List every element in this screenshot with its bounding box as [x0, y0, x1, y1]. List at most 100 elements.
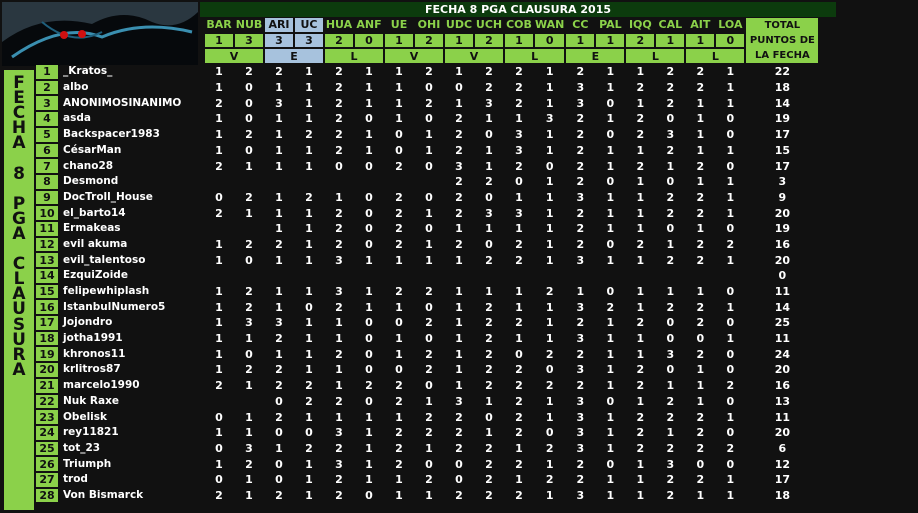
prediction-cell: 2	[415, 65, 443, 79]
prediction-cell: 2	[716, 237, 745, 252]
prediction-cell: 2	[265, 378, 293, 393]
table-row: 10 el_barto14 2 1 1 1 2 0 2 1 2 3 3 1 2 1 1 2 2 1 20	[36, 206, 819, 220]
prediction-cell: 2	[235, 127, 263, 142]
prediction-cell: 1	[295, 206, 323, 220]
prediction-cell: 3	[566, 363, 595, 377]
team-code: IQQ	[626, 18, 655, 32]
player-name: Desmond	[60, 174, 203, 189]
prediction-cell: 2	[686, 253, 715, 267]
prediction-cell: 1	[626, 174, 655, 189]
prediction-cell: 2	[475, 441, 503, 456]
row-total: 17	[746, 472, 819, 487]
prediction-cell: 2	[295, 394, 323, 409]
row-number: 23	[36, 410, 58, 424]
prediction-cell: 2	[566, 206, 595, 220]
row-number: 21	[36, 378, 58, 393]
prediction-cell: 1	[535, 316, 565, 330]
prediction-cell: 2	[415, 284, 443, 299]
prediction-cell: 2	[385, 457, 413, 471]
prediction-cell: 1	[716, 174, 745, 189]
prediction-cell	[505, 269, 533, 283]
prediction-cell: 1	[265, 441, 293, 456]
team-code-row: BAR NUB ARI UC HUA ANF UE OHI UDC UCH COB WAN CC PAL I…	[36, 18, 819, 64]
prediction-cell: 1	[535, 80, 565, 95]
row-number: 16	[36, 300, 58, 315]
player-name: IstanbulNumero5	[60, 300, 203, 315]
prediction-cell: 2	[566, 112, 595, 126]
prediction-cell: 3	[445, 159, 473, 173]
prediction-cell: 1	[596, 363, 625, 377]
team-code: OHI	[415, 18, 443, 32]
prediction-cell: 1	[716, 190, 745, 205]
prediction-cell: 1	[415, 237, 443, 252]
row-total: 11	[746, 331, 819, 346]
prediction-cell: 0	[445, 472, 473, 487]
prediction-cell: 0	[235, 96, 263, 111]
prediction-cell: 0	[596, 127, 625, 142]
prediction-cell: 1	[686, 127, 715, 142]
prediction-cell: 0	[235, 253, 263, 267]
prediction-cell	[235, 221, 263, 236]
prediction-cell: 2	[505, 394, 533, 409]
prediction-cell: 3	[325, 284, 353, 299]
prediction-cell: 2	[505, 457, 533, 471]
player-name: Nuk Raxe	[60, 394, 203, 409]
row-number: 12	[36, 237, 58, 252]
prediction-cell: 1	[535, 394, 565, 409]
prediction-cell: 0	[716, 159, 745, 173]
row-number: 2	[36, 80, 58, 95]
table-row: 15 felipewhiplash 1 2 1 1 3 1 2 2 1 1 1 2 1 0 1 1 1 0 11	[36, 284, 819, 299]
prediction-cell: 3	[325, 457, 353, 471]
prediction-cell: 1	[656, 159, 685, 173]
row-number: 15	[36, 284, 58, 299]
table-row: 2 albo 1 0 1 1 2 1 1 0 0 2 2 1 3 1 2 2 2 1 18	[36, 80, 819, 95]
prediction-cell: 2	[205, 96, 233, 111]
match-score: 1	[385, 33, 413, 48]
row-number: 1	[36, 65, 58, 79]
prediction-cell: 3	[535, 112, 565, 126]
prediction-cell: 1	[355, 143, 383, 158]
prediction-cell: 1	[325, 316, 353, 330]
prediction-cell: 2	[505, 80, 533, 95]
prediction-cell: 1	[295, 80, 323, 95]
table-row: 8 Desmond 2 2 0 1 2 0 1 0 1 1 3	[36, 174, 819, 189]
prediction-cell: 1	[265, 80, 293, 95]
prediction-cell: 2	[535, 472, 565, 487]
row-total: 3	[746, 174, 819, 189]
prediction-cell: 2	[355, 378, 383, 393]
prediction-cell: 2	[686, 237, 715, 252]
prediction-cell: 1	[596, 65, 625, 79]
player-name: asda	[60, 112, 203, 126]
row-total: 17	[746, 159, 819, 173]
row-total: 16	[746, 237, 819, 252]
prediction-cell: 0	[355, 221, 383, 236]
prediction-cell: 2	[686, 347, 715, 362]
prediction-cell: 1	[325, 410, 353, 424]
prediction-cell: 1	[325, 378, 353, 393]
match-outcome: E	[566, 49, 625, 64]
prediction-cell: 2	[385, 221, 413, 236]
match-score: 1	[686, 33, 715, 48]
prediction-cell: 1	[385, 300, 413, 315]
scoreboard: FECHA 8 PGA CLAUSURA 2015 FECHA 8 PGA CL…	[0, 0, 918, 513]
table-row: 22 Nuk Raxe 0 2 2 0 2 1 3 1 2 1 3 0 1 2 1 0 13	[36, 394, 819, 409]
prediction-cell: 1	[716, 80, 745, 95]
prediction-cell: 2	[415, 425, 443, 440]
prediction-cell: 1	[716, 253, 745, 267]
prediction-cell: 2	[325, 65, 353, 79]
prediction-cell: 2	[325, 347, 353, 362]
table-row: 21 marcelo1990 2 1 2 2 1 2 2 0 1 2 2 2 2 1 2 1 1 2 16	[36, 378, 819, 393]
prediction-cell: 0	[535, 159, 565, 173]
prediction-cell: 0	[415, 159, 443, 173]
prediction-cell: 2	[656, 394, 685, 409]
prediction-cell: 3	[566, 441, 595, 456]
prediction-cell: 1	[505, 190, 533, 205]
prediction-cell: 1	[295, 253, 323, 267]
prediction-cell: 0	[596, 174, 625, 189]
prediction-cell: 1	[686, 112, 715, 126]
prediction-cell: 2	[686, 206, 715, 220]
prediction-cell: 1	[235, 206, 263, 220]
prediction-cell: 1	[656, 284, 685, 299]
prediction-cell: 2	[686, 472, 715, 487]
prediction-cell: 0	[415, 457, 443, 471]
